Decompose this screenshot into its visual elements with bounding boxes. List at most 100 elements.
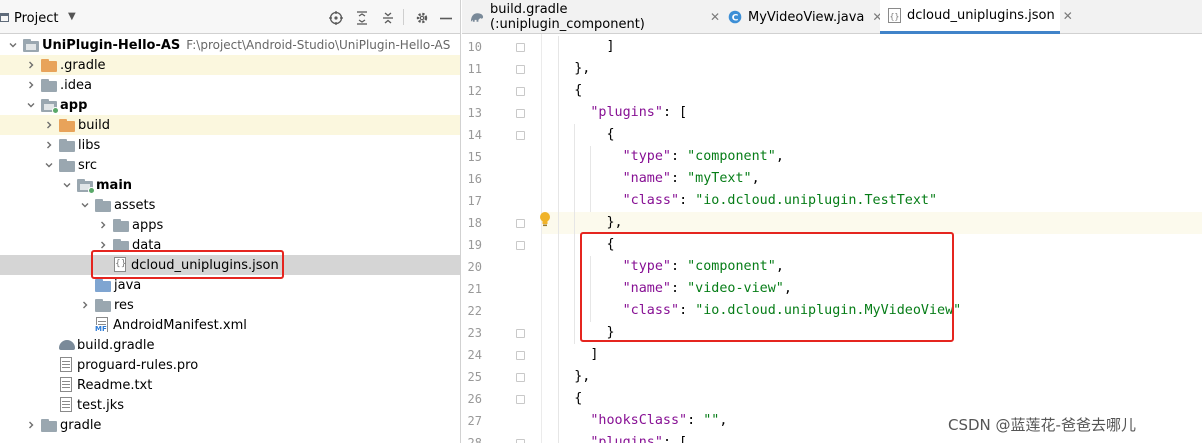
- gear-icon[interactable]: [413, 9, 431, 27]
- json-string: "myText": [687, 171, 752, 186]
- code-line: ]: [542, 36, 1202, 58]
- line-number: 14: [467, 128, 482, 142]
- project-panel-header: Project ▼: [0, 0, 460, 34]
- chevron-right-icon[interactable]: [26, 80, 36, 90]
- tree-item[interactable]: src: [0, 155, 460, 175]
- tree-item-label: UniPlugin-Hello-AS: [42, 37, 181, 53]
- tree-item[interactable]: apps: [0, 215, 460, 235]
- chevron-right-icon[interactable]: [26, 60, 36, 70]
- chevron-down-icon[interactable]: [8, 40, 18, 50]
- fold-marker-icon[interactable]: [516, 329, 525, 338]
- json-punctuation: ]: [542, 347, 599, 362]
- folder-icon: [41, 418, 57, 432]
- chevron-right-icon[interactable]: [98, 220, 108, 230]
- chevron-right-icon[interactable]: [26, 420, 36, 430]
- json-punctuation: ,: [751, 171, 760, 186]
- fold-marker-icon[interactable]: [516, 373, 525, 382]
- tree-item[interactable]: proguard-rules.pro: [0, 355, 460, 375]
- close-icon[interactable]: ✕: [710, 10, 720, 24]
- code-line: {: [542, 124, 1202, 146]
- line-number: 13: [467, 106, 482, 120]
- tree-item[interactable]: assets: [0, 195, 460, 215]
- tree-item[interactable]: libs: [0, 135, 460, 155]
- fold-marker-icon[interactable]: [516, 395, 525, 404]
- indent-guide: [558, 36, 559, 443]
- fold-marker-icon[interactable]: [516, 439, 525, 443]
- code-line: "name": "myText",: [542, 168, 1202, 190]
- tree-item[interactable]: Readme.txt: [0, 375, 460, 395]
- json-punctuation: :: [671, 149, 688, 164]
- tab-build-gradle[interactable]: build.gradle (:uniplugin_component) ✕: [462, 0, 720, 34]
- chevron-down-icon[interactable]: [26, 100, 36, 110]
- hide-icon[interactable]: [437, 9, 455, 27]
- chevron-right-icon[interactable]: [80, 300, 90, 310]
- tree-item[interactable]: app: [0, 95, 460, 115]
- tree-item-label: apps: [132, 217, 164, 233]
- fold-marker-icon[interactable]: [516, 65, 525, 74]
- tab-label: build.gradle (:uniplugin_component): [490, 2, 645, 32]
- tree-item[interactable]: gradle: [0, 415, 460, 435]
- gradle-icon: [59, 337, 75, 353]
- folder-icon: [41, 78, 57, 92]
- tree-item-label: assets: [114, 197, 156, 213]
- fold-marker-icon[interactable]: [516, 109, 525, 118]
- json-punctuation: : [: [662, 105, 688, 120]
- collapse-all-icon[interactable]: [379, 9, 397, 27]
- tree-item-label: app: [60, 97, 88, 113]
- text-file-icon: [59, 377, 73, 393]
- tree-item[interactable]: main: [0, 175, 460, 195]
- tree-item[interactable]: build: [0, 115, 460, 135]
- tree-item-label: build: [78, 117, 110, 133]
- java-class-icon: C: [728, 10, 742, 24]
- tree-item-label: gradle: [60, 417, 102, 433]
- chevron-right-icon[interactable]: [44, 140, 54, 150]
- chevron-down-icon[interactable]: [44, 160, 54, 170]
- tree-item-label: Readme.txt: [77, 377, 153, 393]
- fold-marker-icon[interactable]: [516, 241, 525, 250]
- tree-item-label: test.jks: [77, 397, 125, 413]
- project-path: F:\project\Android-Studio\UniPlugin-Hell…: [186, 38, 451, 52]
- tree-item[interactable]: UniPlugin-Hello-AS F:\project\Android-Stu…: [0, 35, 460, 55]
- folder-icon: [23, 38, 39, 52]
- indent-guide: [590, 146, 591, 212]
- expand-all-icon[interactable]: [353, 9, 371, 27]
- line-number: 20: [467, 260, 482, 274]
- crosshair-icon[interactable]: [327, 9, 345, 27]
- chevron-down-icon[interactable]: ▼: [68, 11, 76, 22]
- tree-item[interactable]: .idea: [0, 75, 460, 95]
- chevron-down-icon[interactable]: [80, 200, 90, 210]
- close-icon[interactable]: ✕: [1063, 9, 1073, 23]
- line-number: 19: [467, 238, 482, 252]
- fold-marker-icon[interactable]: [516, 219, 525, 228]
- line-number: 25: [467, 370, 482, 384]
- chevron-down-icon[interactable]: [62, 180, 72, 190]
- toolbar-separator: [403, 9, 404, 25]
- fold-marker-icon[interactable]: [516, 351, 525, 360]
- tab-dcloud-uniplugins-json[interactable]: {} dcloud_uniplugins.json ✕: [880, 0, 1073, 34]
- indent-guide: [574, 124, 575, 344]
- annotation-highlight-code: [580, 232, 954, 342]
- code-line: },: [542, 212, 1202, 234]
- fold-marker-icon[interactable]: [516, 87, 525, 96]
- chevron-right-icon[interactable]: [44, 120, 54, 130]
- project-view-icon: [0, 13, 9, 22]
- tree-item[interactable]: test.jks: [0, 395, 460, 415]
- tree-item[interactable]: res: [0, 295, 460, 315]
- fold-marker-icon[interactable]: [516, 43, 525, 52]
- fold-marker-icon[interactable]: [516, 131, 525, 140]
- folder-icon: [113, 218, 129, 232]
- json-punctuation: },: [542, 215, 623, 230]
- json-key: "name": [622, 171, 671, 186]
- light-bulb-icon[interactable]: [538, 211, 552, 227]
- tree-item-label: .idea: [60, 77, 92, 93]
- tree-item[interactable]: build.gradle: [0, 335, 460, 355]
- tree-item[interactable]: .gradle: [0, 55, 460, 75]
- code-line: {: [542, 388, 1202, 410]
- tree-item[interactable]: MF AndroidManifest.xml: [0, 315, 460, 335]
- line-number: 27: [467, 414, 482, 428]
- svg-text:C: C: [732, 13, 739, 23]
- project-view-title[interactable]: Project: [14, 11, 58, 26]
- chevron-right-icon[interactable]: [98, 240, 108, 250]
- tab-myvideoview-java[interactable]: C MyVideoView.java ✕: [720, 0, 882, 34]
- json-punctuation: },: [542, 369, 591, 384]
